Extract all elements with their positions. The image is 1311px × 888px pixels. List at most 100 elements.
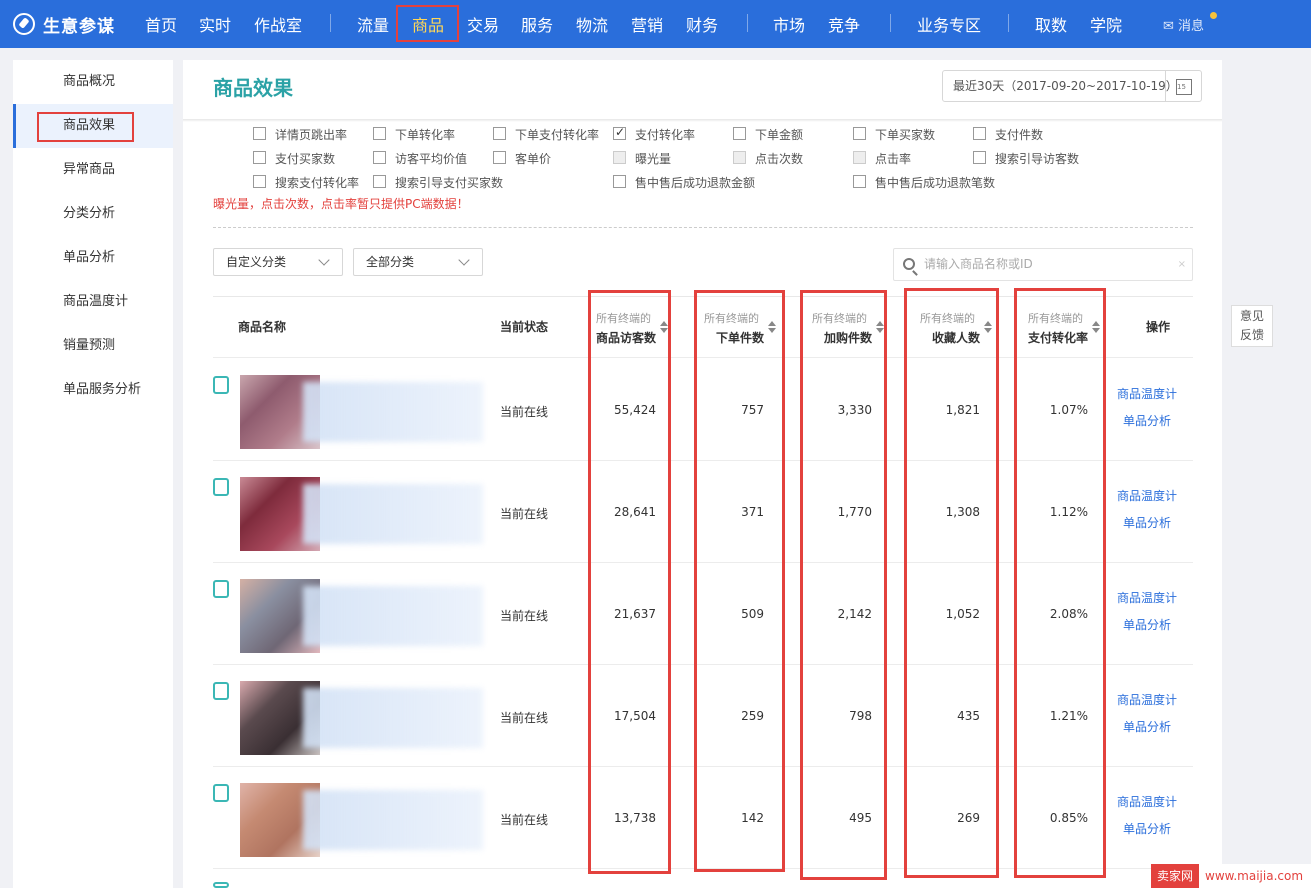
- orders-column-highlight: [694, 290, 785, 872]
- product-title-blurred[interactable]: [303, 790, 483, 850]
- nav-logistics[interactable]: 物流: [576, 12, 608, 36]
- search-placeholder: 请输入商品名称或ID: [924, 257, 1033, 271]
- product-title-blurred[interactable]: [303, 484, 483, 544]
- feedback-button[interactable]: 意见 反馈: [1231, 305, 1273, 347]
- feedback-line2: 反馈: [1239, 328, 1264, 342]
- metric-label: 点击次数: [755, 152, 804, 166]
- nav-traffic[interactable]: 流量: [357, 12, 389, 36]
- metric-checkbox[interactable]: [493, 151, 506, 164]
- mobile-device-icon: [213, 882, 229, 888]
- chevron-down-icon: [458, 254, 470, 266]
- messages-label: 消息: [1178, 19, 1205, 34]
- watermark: 卖家网 www.maijia.com: [1151, 864, 1311, 888]
- thermometer-link[interactable]: 商品温度计: [1117, 487, 1177, 504]
- thermometer-link[interactable]: 商品温度计: [1117, 385, 1177, 402]
- calendar-icon[interactable]: [1165, 71, 1201, 101]
- metric-label: 客单价: [515, 152, 552, 166]
- nav-marketing[interactable]: 营销: [631, 12, 663, 36]
- nav-finance[interactable]: 财务: [686, 12, 718, 36]
- compass-logo-icon: [13, 13, 35, 35]
- metric-label: 搜索引导访客数: [995, 152, 1080, 166]
- metric-checkbox[interactable]: [973, 127, 986, 140]
- mobile-device-icon: [213, 682, 229, 700]
- metric-checkbox[interactable]: [733, 151, 746, 164]
- metric-checkbox[interactable]: [853, 175, 866, 188]
- nav-divider: [747, 14, 748, 32]
- metric-checkbox[interactable]: [853, 151, 866, 164]
- product-search-input[interactable]: 请输入商品名称或ID ×: [893, 248, 1193, 281]
- nav-market[interactable]: 市场: [773, 12, 805, 36]
- metric-checkbox[interactable]: [493, 127, 506, 140]
- metric-checkbox[interactable]: [253, 175, 266, 188]
- single-analysis-link[interactable]: 单品分析: [1123, 412, 1171, 429]
- sidebar-item-forecast[interactable]: 销量预测: [13, 324, 173, 368]
- metric-checkbox[interactable]: [853, 127, 866, 140]
- nav-academy[interactable]: 学院: [1090, 12, 1122, 36]
- nav-data-fetch[interactable]: 取数: [1035, 12, 1067, 36]
- favorites-column-highlight: [904, 288, 999, 878]
- metric-checkbox[interactable]: [733, 127, 746, 140]
- metric-checkbox[interactable]: [613, 151, 626, 164]
- metric-checkbox[interactable]: [973, 151, 986, 164]
- metric-label: 下单金额: [755, 128, 804, 142]
- metric-label: 访客平均价值: [395, 152, 468, 166]
- nav-divider: [890, 14, 891, 32]
- clear-icon[interactable]: ×: [1178, 249, 1186, 280]
- metric-checkbox[interactable]: [373, 151, 386, 164]
- metric-label: 下单支付转化率: [515, 128, 600, 142]
- metric-checkbox[interactable]: [253, 127, 266, 140]
- thermometer-link[interactable]: 商品温度计: [1117, 691, 1177, 708]
- product-title-blurred[interactable]: [303, 586, 483, 646]
- single-analysis-link[interactable]: 单品分析: [1123, 514, 1171, 531]
- metric-checkbox[interactable]: [613, 175, 626, 188]
- mobile-device-icon: [213, 478, 229, 496]
- row-status: 当前在线: [500, 507, 549, 521]
- sidebar: 商品概况 商品效果 异常商品 分类分析 单品分析 商品温度计 销量预测 单品服务…: [13, 60, 173, 888]
- sidebar-item-single[interactable]: 单品分析: [13, 236, 173, 280]
- top-navigation: 生意参谋 首页 实时 作战室 流量 商品 交易 服务 物流 营销 财务 市场 竞…: [0, 0, 1311, 48]
- custom-category-select[interactable]: 自定义分类: [213, 248, 343, 276]
- nav-realtime[interactable]: 实时: [199, 12, 231, 36]
- metric-label: 售中售后成功退款金额: [635, 176, 756, 190]
- metric-label: 详情页跳出率: [275, 128, 348, 142]
- sidebar-item-abnormal[interactable]: 异常商品: [13, 148, 173, 192]
- sidebar-item-overview[interactable]: 商品概况: [13, 60, 173, 104]
- metric-label: 下单转化率: [395, 128, 456, 142]
- nav-business-zone[interactable]: 业务专区: [917, 12, 981, 36]
- nav-divider: [1008, 14, 1009, 32]
- metric-label: 搜索支付转化率: [275, 176, 360, 190]
- page-title: 商品效果: [213, 76, 293, 100]
- nav-war-room[interactable]: 作战室: [254, 12, 302, 36]
- sidebar-item-thermometer[interactable]: 商品温度计: [13, 280, 173, 324]
- nav-transactions[interactable]: 交易: [467, 12, 499, 36]
- product-title-blurred[interactable]: [303, 382, 483, 442]
- thermometer-link[interactable]: 商品温度计: [1117, 793, 1177, 810]
- row-status: 当前在线: [500, 813, 549, 827]
- nav-service[interactable]: 服务: [521, 12, 553, 36]
- sidebar-effect-highlight: [37, 112, 134, 142]
- search-icon: [903, 258, 915, 270]
- metric-checkbox[interactable]: [613, 125, 626, 140]
- single-analysis-link[interactable]: 单品分析: [1123, 820, 1171, 837]
- brand-title[interactable]: 生意参谋: [43, 12, 115, 37]
- sidebar-item-category[interactable]: 分类分析: [13, 192, 173, 236]
- metric-checkbox[interactable]: [253, 151, 266, 164]
- single-analysis-link[interactable]: 单品分析: [1123, 616, 1171, 633]
- metric-label: 售中售后成功退款笔数: [875, 176, 996, 190]
- all-category-select[interactable]: 全部分类: [353, 248, 483, 276]
- custom-category-value: 自定义分类: [226, 255, 287, 269]
- single-analysis-link[interactable]: 单品分析: [1123, 718, 1171, 735]
- date-range-label: 最近30天（2017-09-20~2017-10-19）: [953, 79, 1178, 93]
- messages-link[interactable]: ✉ 消息: [1163, 15, 1204, 34]
- metric-label: 支付件数: [995, 128, 1044, 142]
- metric-checkbox[interactable]: [373, 127, 386, 140]
- date-range-picker[interactable]: 最近30天（2017-09-20~2017-10-19）: [942, 70, 1202, 102]
- row-status: 当前在线: [500, 711, 549, 725]
- thermometer-link[interactable]: 商品温度计: [1117, 589, 1177, 606]
- main-panel: 商品效果 最近30天（2017-09-20~2017-10-19） 详情页跳出率…: [183, 60, 1222, 888]
- sidebar-item-service[interactable]: 单品服务分析: [13, 368, 173, 412]
- metric-checkbox[interactable]: [373, 175, 386, 188]
- product-title-blurred[interactable]: [303, 688, 483, 748]
- nav-competition[interactable]: 竞争: [828, 12, 860, 36]
- nav-home[interactable]: 首页: [145, 12, 177, 36]
